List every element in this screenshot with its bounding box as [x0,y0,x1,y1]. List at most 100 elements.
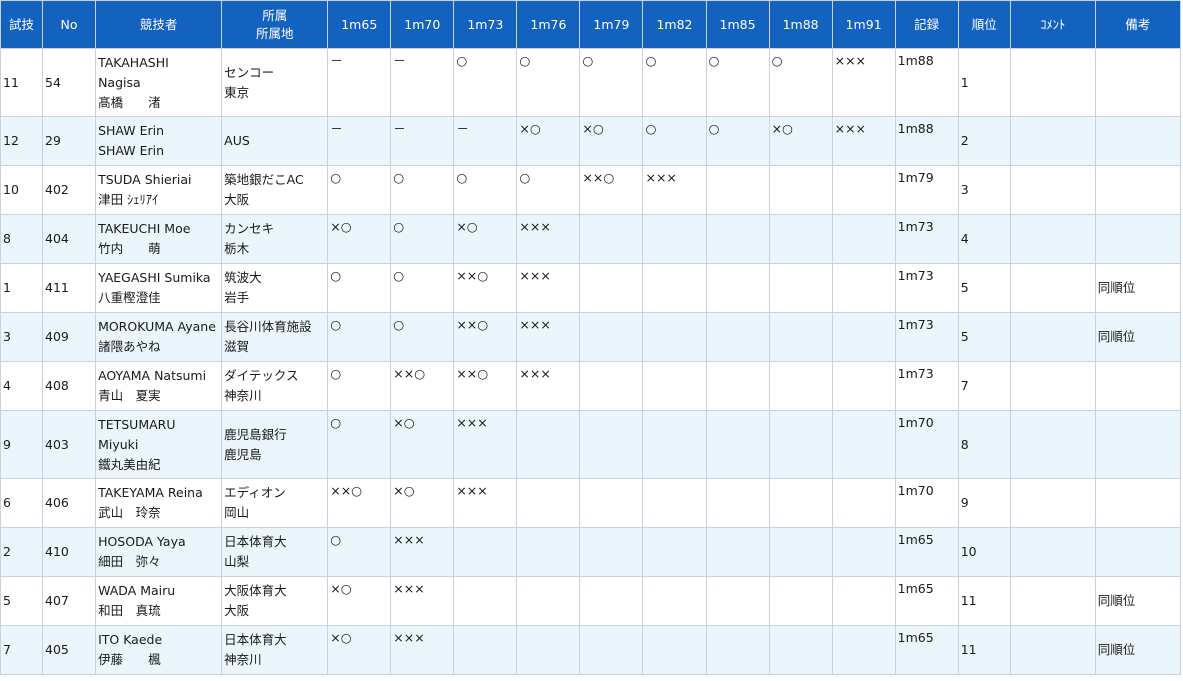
mark-cell: 1m70 [894,478,959,528]
affiliation-region: 栃木 [224,241,250,256]
comment-cell [1009,361,1096,411]
athlete-name-line: MOROKUMA Ayane [98,319,216,334]
affiliation-region: 滋賀 [224,339,250,354]
attempt-cell: ××○ [453,312,518,362]
attempt-cell: ××○ [579,165,644,215]
athlete-name-line: 竹内 萌 [98,241,161,256]
attempt-cell [516,625,581,675]
affiliation-club: 日本体育大 [224,632,287,647]
attempt-cell [453,527,518,577]
mark-cell: 1m88 [894,116,959,166]
mark-cell: 1m65 [894,625,959,675]
header-comment: ｺﾒﾝﾄ [1009,0,1096,49]
affiliation-region: 東京 [224,84,250,100]
attempt-cell [831,165,896,215]
attempt-cell [831,361,896,411]
attempt-cell: ×○ [327,576,392,626]
athlete-no-cell: 29 [42,116,97,166]
attempt-cell: ×○ [768,116,833,166]
comment-cell [1009,527,1096,577]
attempt-cell [768,527,833,577]
place-cell: 9 [957,478,1011,528]
mark-cell: 1m73 [894,361,959,411]
athlete-name-cell: YAEGASHI Sumika 八重樫澄佳 [95,263,223,313]
attempt-cell [642,361,707,411]
trial-order-cell: 4 [0,361,44,411]
attempt-cell: ○ [516,48,581,117]
affiliation-cell: 日本体育大 神奈川 [221,625,329,675]
athlete-name-cell: TAKAHASHI Nagisa 髙橋 渚 [95,48,223,117]
athlete-name-line: Nagisa [98,74,141,90]
athlete-name-line: AOYAMA Natsumi [98,368,207,383]
table-row: 10 402 TSUDA Shieriai 津田 ｼｪﾘｱｲ 築地銀だこAC 大阪 ○ ○ ○ ○… [0,165,1182,215]
attempt-cell [579,527,644,577]
remarks-cell: 同順位 [1094,576,1182,626]
table-row: 4 408 AOYAMA Natsumi 青山 夏実 ダイテックス 神奈川 ○ ××○ ××○ ×… [0,361,1182,411]
athlete-name-line: TAKAHASHI [98,54,169,70]
attempt-cell: ○ [516,165,581,215]
athlete-name-cell: TAKEYAMA Reina 武山 玲奈 [95,478,223,528]
affiliation-club: センコー [224,64,275,80]
attempt-cell: ××○ [453,361,518,411]
comment-cell [1009,263,1096,313]
athlete-name-line: 津田 ｼｪﾘｱｲ [98,192,159,207]
mark-cell: 1m79 [894,165,959,215]
attempt-cell [831,263,896,313]
attempt-cell [453,625,518,675]
affiliation-cell: AUS [221,116,329,166]
attempt-cell [768,263,833,313]
attempt-cell: ××× [516,263,581,313]
attempt-cell: ××× [453,478,518,528]
attempt-cell: ○ [642,48,707,117]
results-table: 試技 No 競技者 所属 所属地 1m65 1m70 1m73 1m76 1m7… [0,0,1182,675]
attempt-cell [516,576,581,626]
attempt-cell [642,478,707,528]
affiliation-cell: 日本体育大 山梨 [221,527,329,577]
place-cell: 4 [957,214,1011,264]
attempt-cell: ××× [831,116,896,166]
place-cell: 2 [957,116,1011,166]
athlete-no-cell: 404 [42,214,97,264]
header-height-8: 1m88 [768,0,833,49]
athlete-name-line: TAKEUCHI Moe [98,221,191,236]
attempt-cell: － [327,116,392,166]
affiliation-region: 神奈川 [224,652,262,667]
attempt-cell: ○ [768,48,833,117]
attempt-cell [831,478,896,528]
place-cell: 8 [957,410,1011,479]
attempt-cell [642,625,707,675]
attempt-cell: ×○ [516,116,581,166]
athlete-name-line: HOSODA Yaya [98,534,186,549]
attempt-cell [579,361,644,411]
attempt-cell [831,410,896,479]
affiliation-cell: 築地銀だこAC 大阪 [221,165,329,215]
athlete-no-cell: 406 [42,478,97,528]
attempt-cell [642,312,707,362]
attempt-cell [705,263,770,313]
affiliation-club: 長谷川体育施設 [224,319,312,334]
athlete-name-cell: TSUDA Shieriai 津田 ｼｪﾘｱｲ [95,165,223,215]
header-height-7: 1m85 [705,0,770,49]
attempt-cell [642,410,707,479]
athlete-name-cell: WADA Mairu 和田 真琉 [95,576,223,626]
mark-cell: 1m73 [894,312,959,362]
athlete-no-cell: 402 [42,165,97,215]
attempt-cell [831,576,896,626]
attempt-cell [453,576,518,626]
place-cell: 11 [957,576,1011,626]
attempt-cell [516,527,581,577]
mark-cell: 1m65 [894,576,959,626]
affiliation-club: AUS [224,133,250,148]
header-height-9: 1m91 [831,0,896,49]
attempt-cell [705,361,770,411]
athlete-name-line: 八重樫澄佳 [98,290,161,305]
affiliation-cell: 長谷川体育施設 滋賀 [221,312,329,362]
trial-order-cell: 8 [0,214,44,264]
attempt-cell [768,410,833,479]
attempt-cell: ××× [390,576,455,626]
comment-cell [1009,478,1096,528]
header-height-4: 1m76 [516,0,581,49]
mark-cell: 1m73 [894,214,959,264]
attempt-cell [705,312,770,362]
attempt-cell [768,576,833,626]
